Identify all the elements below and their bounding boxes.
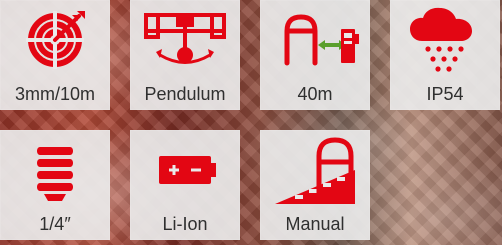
- feature-label: Pendulum: [144, 84, 226, 104]
- feature-tile-range: 40m: [260, 0, 370, 110]
- thread-mount-icon: [0, 130, 110, 210]
- feature-tile-accuracy: 3mm/10m: [0, 0, 110, 110]
- feature-label: Manual: [285, 214, 345, 234]
- feature-label: 3mm/10m: [14, 84, 95, 104]
- feature-label: IP54: [426, 84, 464, 104]
- feature-label: 1/4″: [39, 214, 71, 234]
- rain-cloud-icon: [390, 0, 500, 80]
- feature-tile-mount: 1/4″: [0, 130, 110, 240]
- feature-label: Li-Ion: [162, 214, 208, 234]
- feature-tile-battery: Li-Ion: [130, 130, 240, 240]
- feature-tile-mode: Manual: [260, 130, 370, 240]
- target-icon: [0, 0, 110, 80]
- manual-slope-icon: [260, 130, 370, 210]
- feature-label: 40m: [297, 84, 333, 104]
- feature-tile-protection: IP54: [390, 0, 500, 110]
- feature-tile-pendulum: Pendulum: [130, 0, 240, 110]
- distance-icon: [260, 0, 370, 80]
- pendulum-icon: [130, 0, 240, 80]
- battery-icon: [130, 130, 240, 210]
